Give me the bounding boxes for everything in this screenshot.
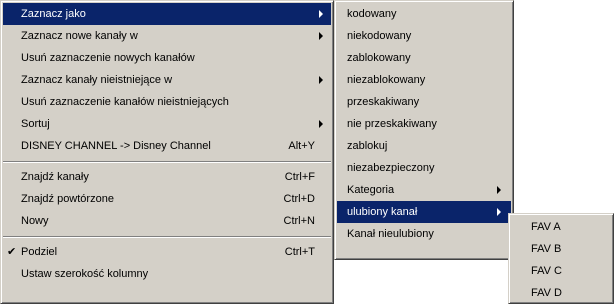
menu-item-mark-new-channels[interactable]: Zaznacz nowe kanały w xyxy=(3,25,331,47)
menu-item-shortcut: Ctrl+D xyxy=(283,193,315,205)
submenu-item-favorite[interactable]: ulubiony kanał xyxy=(337,201,511,223)
submenu-item-lock[interactable]: zablokuj xyxy=(337,135,511,157)
submenu-item-coded[interactable]: kodowany xyxy=(337,3,511,25)
menu-item-label: Sortuj xyxy=(21,118,50,130)
menu-separator xyxy=(3,232,331,241)
submenu-item-fav-d[interactable]: FAV D xyxy=(511,282,611,304)
menu-item-label: niekodowany xyxy=(347,30,412,42)
menu-item-unmark-nonexistent-channels[interactable]: Usuń zaznaczenie kanałów nieistniejących xyxy=(3,91,331,113)
menu-item-label: FAV A xyxy=(531,221,561,233)
submenu-arrow-icon xyxy=(497,208,501,216)
submenu-arrow-icon xyxy=(319,32,323,40)
menu-item-label: zablokowany xyxy=(347,52,411,64)
menu-item-shortcut: Ctrl+T xyxy=(284,246,315,258)
menu-item-mark-as[interactable]: Zaznacz jako xyxy=(3,3,331,25)
submenu-item-locked[interactable]: zablokowany xyxy=(337,47,511,69)
menu-item-unmark-new-channels[interactable]: Usuń zaznaczenie nowych kanałów xyxy=(3,47,331,69)
menu-separator xyxy=(3,157,331,166)
menu-item-label: FAV D xyxy=(531,287,562,299)
submenu-item-uncoded[interactable]: niekodowany xyxy=(337,25,511,47)
menu-item-label: Ustaw szerokość kolumny xyxy=(21,268,149,280)
menu-item-label: kodowany xyxy=(347,8,397,20)
menu-item-find-duplicates[interactable]: Znajdź powtórzone Ctrl+D xyxy=(3,188,331,210)
menu-item-label: zablokuj xyxy=(347,140,388,152)
submenu-mark-as: kodowany niekodowany zablokowany niezabl… xyxy=(334,0,514,260)
menu-item-sort[interactable]: Sortuj xyxy=(3,113,331,135)
menu-item-set-column-width[interactable]: Ustaw szerokość kolumny xyxy=(3,263,331,285)
menu-item-label: Znajdź kanały xyxy=(21,171,89,183)
submenu-item-unsecured[interactable]: niezabezpieczony xyxy=(337,157,511,179)
menu-item-shortcut: Ctrl+N xyxy=(283,215,315,227)
menu-item-label: Podziel xyxy=(21,246,58,258)
menu-item-label: FAV B xyxy=(531,243,562,255)
menu-item-mark-nonexistent-channels[interactable]: Zaznacz kanały nieistniejące w xyxy=(3,69,331,91)
menu-item-label: Zaznacz nowe kanały w xyxy=(21,30,138,42)
submenu-item-unlocked[interactable]: niezablokowany xyxy=(337,69,511,91)
submenu-item-not-skipped[interactable]: nie przeskakiwany xyxy=(337,113,511,135)
menu-item-label: niezablokowany xyxy=(347,74,426,86)
menu-item-shortcut: Alt+Y xyxy=(288,140,315,152)
menu-item-label: Usuń zaznaczenie kanałów nieistniejących xyxy=(21,96,229,108)
submenu-item-unfavorite[interactable]: Kanał nieulubiony xyxy=(337,223,511,245)
context-menu: Zaznacz jako Zaznacz nowe kanały w Usuń … xyxy=(0,0,334,304)
submenu-arrow-icon xyxy=(319,76,323,84)
menu-item-label: Znajdź powtórzone xyxy=(21,193,114,205)
menu-item-label: DISNEY CHANNEL -> Disney Channel xyxy=(21,140,211,152)
menu-item-label: Kanał nieulubiony xyxy=(347,228,434,240)
menu-item-label: Zaznacz kanały nieistniejące w xyxy=(21,74,173,86)
menu-item-label: ulubiony kanał xyxy=(347,206,418,218)
menu-item-label: nie przeskakiwany xyxy=(347,118,437,130)
menu-item-split[interactable]: ✔ Podziel Ctrl+T xyxy=(3,241,331,263)
submenu-arrow-icon xyxy=(319,10,323,18)
menu-item-label: Kategoria xyxy=(347,184,395,196)
menu-item-label: niezabezpieczony xyxy=(347,162,435,174)
menu-item-label: Usuń zaznaczenie nowych kanałów xyxy=(21,52,195,64)
submenu-arrow-icon xyxy=(497,186,501,194)
menu-item-rename-disney[interactable]: DISNEY CHANNEL -> Disney Channel Alt+Y xyxy=(3,135,331,157)
menu-item-label: Nowy xyxy=(21,215,49,227)
menu-item-new[interactable]: Nowy Ctrl+N xyxy=(3,210,331,232)
submenu-item-fav-c[interactable]: FAV C xyxy=(511,260,611,282)
submenu-item-fav-b[interactable]: FAV B xyxy=(511,238,611,260)
menu-item-find-channels[interactable]: Znajdź kanały Ctrl+F xyxy=(3,166,331,188)
menu-item-label: przeskakiwany xyxy=(347,96,420,108)
menu-item-label: FAV C xyxy=(531,265,562,277)
menu-item-label: Zaznacz jako xyxy=(21,8,86,20)
menu-item-shortcut: Ctrl+F xyxy=(284,171,315,183)
checkmark-icon: ✔ xyxy=(7,246,17,258)
submenu-item-fav-a[interactable]: FAV A xyxy=(511,216,611,238)
submenu-favorite: FAV A FAV B FAV C FAV D xyxy=(508,213,614,304)
submenu-arrow-icon xyxy=(319,120,323,128)
submenu-item-skipped[interactable]: przeskakiwany xyxy=(337,91,511,113)
submenu-item-category[interactable]: Kategoria xyxy=(337,179,511,201)
